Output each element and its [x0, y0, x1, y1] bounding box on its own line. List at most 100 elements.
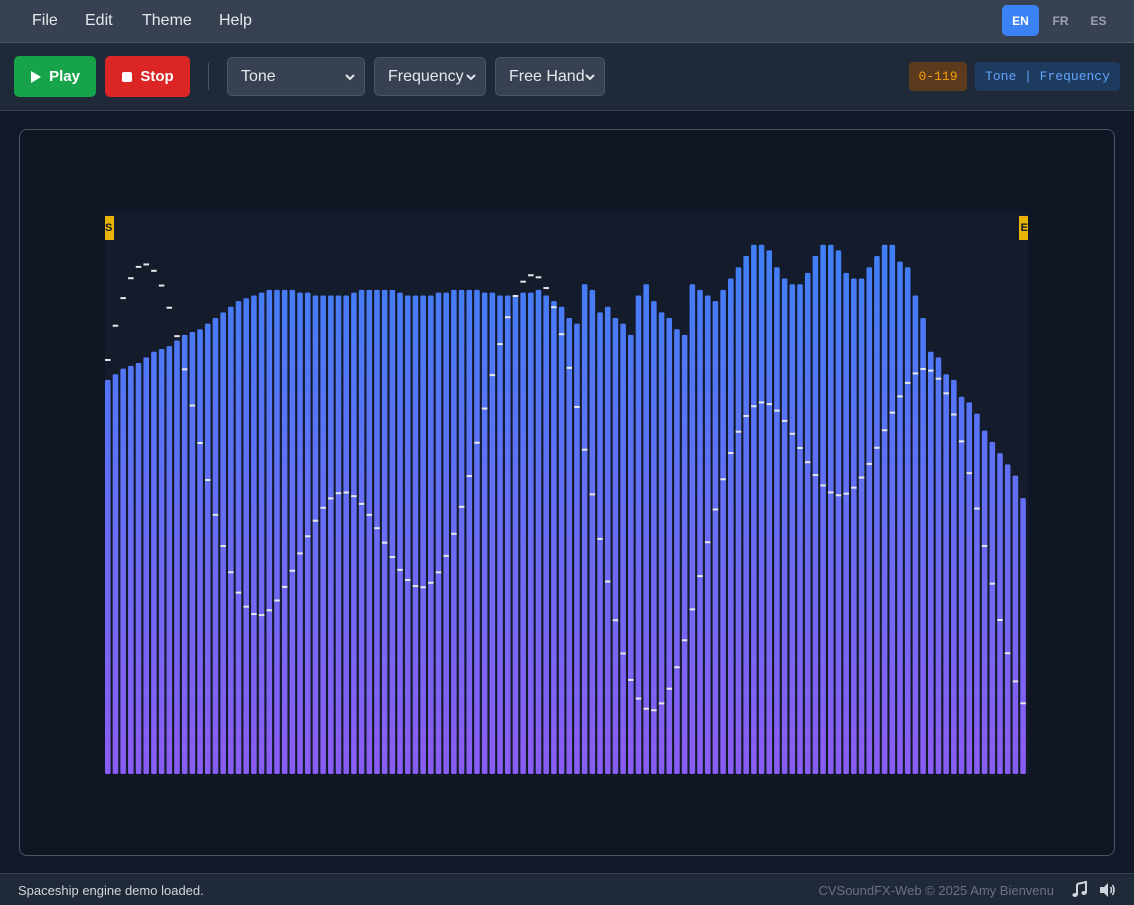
frequency-bar[interactable]	[351, 292, 357, 774]
frequency-bar[interactable]	[228, 306, 234, 774]
frequency-bar[interactable]	[635, 295, 642, 774]
frequency-bar[interactable]	[974, 413, 980, 774]
frequency-bar[interactable]	[443, 292, 449, 774]
frequency-bar[interactable]	[105, 379, 111, 774]
frequency-bar[interactable]	[804, 272, 811, 774]
frequency-bar[interactable]	[420, 295, 426, 774]
frequency-bar[interactable]	[258, 292, 265, 774]
frequency-bar[interactable]	[797, 284, 803, 774]
frequency-bar[interactable]	[889, 244, 896, 774]
end-marker[interactable]: E	[1019, 216, 1028, 240]
frequency-bar[interactable]	[597, 312, 603, 774]
frequency-bar[interactable]	[1012, 475, 1019, 774]
frequency-bar[interactable]	[589, 289, 596, 774]
frequency-bar[interactable]	[566, 317, 573, 774]
frequency-bar[interactable]	[935, 357, 942, 774]
frequency-bar[interactable]	[728, 278, 734, 774]
frequency-bar[interactable]	[951, 379, 957, 774]
frequency-bar[interactable]	[697, 289, 703, 774]
frequency-bar[interactable]	[335, 295, 342, 774]
frequency-bar[interactable]	[981, 430, 988, 774]
frequency-bar[interactable]	[958, 396, 965, 774]
frequency-bar[interactable]	[851, 278, 857, 774]
frequency-bar[interactable]	[412, 295, 419, 774]
frequency-bar[interactable]	[658, 312, 665, 774]
frequency-bar[interactable]	[174, 340, 180, 774]
frequency-bar[interactable]	[574, 323, 580, 774]
frequency-bar[interactable]	[835, 250, 842, 774]
frequency-bar[interactable]	[904, 267, 911, 774]
music-note-icon[interactable]	[1071, 881, 1089, 899]
frequency-bar[interactable]	[766, 250, 773, 774]
play-button[interactable]: Play	[14, 56, 96, 97]
menu-file[interactable]: File	[32, 12, 58, 30]
frequency-bar[interactable]	[528, 292, 534, 774]
frequency-bar[interactable]	[535, 289, 542, 774]
frequency-bar[interactable]	[135, 363, 142, 774]
frequency-bar[interactable]	[1020, 498, 1026, 774]
frequency-bar[interactable]	[366, 289, 373, 774]
frequency-bar[interactable]	[120, 368, 126, 774]
frequency-bar[interactable]	[628, 334, 634, 774]
frequency-bar[interactable]	[466, 289, 473, 774]
frequency-bar[interactable]	[774, 267, 780, 774]
frequency-bar[interactable]	[474, 289, 480, 774]
frequency-bar[interactable]	[866, 267, 873, 774]
frequency-bar[interactable]	[828, 244, 834, 774]
frequency-bar[interactable]	[789, 284, 796, 774]
frequency-bar[interactable]	[781, 278, 788, 774]
frequency-bar[interactable]	[489, 292, 496, 774]
frequency-bar[interactable]	[751, 244, 757, 774]
frequency-bar[interactable]	[997, 453, 1003, 774]
frequency-bar[interactable]	[735, 267, 742, 774]
frequency-bar[interactable]	[912, 295, 919, 774]
frequency-bar[interactable]	[128, 365, 134, 774]
frequency-bar[interactable]	[604, 306, 611, 774]
frequency-bar[interactable]	[966, 402, 973, 774]
frequency-bar[interactable]	[612, 317, 619, 774]
frequency-bar[interactable]	[358, 289, 365, 774]
frequency-bar[interactable]	[435, 292, 442, 774]
volume-icon[interactable]	[1098, 881, 1116, 899]
frequency-bar[interactable]	[704, 295, 711, 774]
frequency-bar[interactable]	[543, 295, 549, 774]
frequency-bar[interactable]	[220, 312, 226, 774]
frequency-bar[interactable]	[251, 295, 257, 774]
frequency-bar[interactable]	[212, 317, 219, 774]
frequency-bar[interactable]	[312, 295, 319, 774]
frequency-bar[interactable]	[204, 323, 211, 774]
frequency-bar[interactable]	[197, 329, 203, 774]
frequency-bar[interactable]	[666, 317, 673, 774]
frequency-bar[interactable]	[451, 289, 457, 774]
frequency-bar[interactable]	[989, 441, 996, 774]
frequency-bar[interactable]	[551, 301, 557, 774]
waveform-select[interactable]: Tone	[227, 57, 365, 96]
start-marker[interactable]: S	[105, 216, 114, 240]
frequency-bar[interactable]	[166, 346, 173, 774]
frequency-bar[interactable]	[858, 278, 865, 774]
language-en-button[interactable]: EN	[1002, 5, 1039, 36]
frequency-bar[interactable]	[112, 374, 119, 774]
frequency-bar[interactable]	[504, 295, 511, 774]
frequency-bar[interactable]	[743, 256, 749, 774]
frequency-bar[interactable]	[320, 295, 326, 774]
frequency-bar[interactable]	[681, 334, 688, 774]
frequency-bar[interactable]	[520, 292, 526, 774]
frequency-bar[interactable]	[143, 357, 149, 774]
frequency-bar[interactable]	[397, 292, 403, 774]
frequency-bar[interactable]	[843, 272, 849, 774]
frequency-bar[interactable]	[274, 289, 280, 774]
frequency-bar[interactable]	[481, 292, 488, 774]
frequency-bar[interactable]	[651, 301, 657, 774]
frequency-bar[interactable]	[581, 284, 588, 774]
frequency-bar[interactable]	[281, 289, 288, 774]
frequency-bar[interactable]	[297, 292, 303, 774]
frequency-bar[interactable]	[158, 348, 165, 774]
frequency-bar[interactable]	[428, 295, 434, 774]
frequency-bar[interactable]	[674, 329, 680, 774]
frequency-bar[interactable]	[189, 332, 196, 774]
frequency-bar[interactable]	[881, 244, 888, 774]
frequency-bar[interactable]	[643, 284, 649, 774]
frequency-bar[interactable]	[720, 289, 726, 774]
frequency-bar[interactable]	[558, 306, 565, 774]
